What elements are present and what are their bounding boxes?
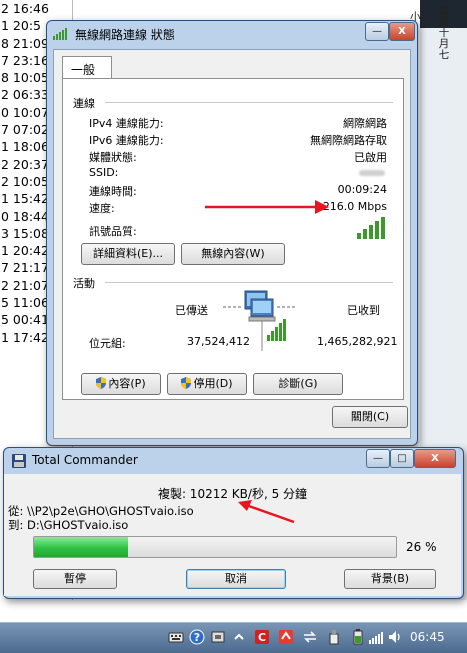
destination-path: 到: D:\GHOSTvaio.iso: [8, 518, 129, 532]
volume-icon[interactable]: [387, 629, 403, 645]
svg-text:C: C: [258, 631, 266, 644]
wireless-properties-button[interactable]: 無線內容(W): [181, 243, 285, 265]
copy-window-title: Total Commander: [32, 453, 138, 467]
taskbar-clock[interactable]: 06:45: [410, 630, 445, 644]
battery-icon[interactable]: [350, 629, 366, 645]
received-label: 已收到: [347, 304, 380, 317]
bytes-sent-value: 37,524,412: [187, 335, 250, 348]
progress-percent: 26 %: [406, 540, 437, 554]
duration-label: 連線時間:: [89, 185, 137, 198]
ssid-value-blurred: [359, 170, 385, 176]
taskbar: ? C 06:45: [0, 622, 467, 653]
bytes-label: 位元組:: [89, 337, 126, 350]
disable-button[interactable]: 停用(D): [167, 373, 247, 395]
disable-button-label: 停用(D): [193, 377, 233, 390]
copy-progress-window: Total Commander — □ X 複製: 10212 KB/秒, 5 …: [3, 447, 464, 599]
pause-button[interactable]: 暫停: [33, 569, 117, 589]
minimize-button[interactable]: —: [366, 449, 390, 468]
activity-divider: [105, 282, 393, 283]
ipv4-label: IPv4 連線能力:: [89, 117, 164, 130]
wireless-status-window: 無線網路連線 狀態 — X 一般 連線 IPv4 連線能力: 網際網路 IPv6…: [46, 20, 418, 446]
antivirus-icon[interactable]: C: [254, 629, 270, 645]
ipv6-label: IPv6 連線能力:: [89, 134, 164, 147]
maximize-button[interactable]: □: [390, 449, 414, 468]
signal-quality-bars-icon: [357, 217, 385, 239]
connection-divider: [105, 102, 393, 103]
tab-general[interactable]: 一般: [62, 56, 112, 79]
show-hidden-icons-chevron-icon[interactable]: [231, 629, 247, 645]
activity-heading: 活動: [73, 277, 95, 290]
properties-button-label: 內容(P): [108, 377, 146, 390]
copy-titlebar[interactable]: Total Commander — □ X: [4, 448, 463, 474]
keyboard-icon[interactable]: [168, 629, 184, 645]
media-state-label: 媒體狀態:: [89, 151, 137, 164]
antivirus-shield-icon[interactable]: [278, 629, 294, 645]
diagnose-button[interactable]: 診斷(G): [253, 373, 343, 395]
copy-progress-bar: [33, 536, 397, 558]
close-window-button[interactable]: X: [414, 449, 456, 468]
connection-heading: 連線: [73, 97, 95, 110]
red-arrow-annotation: [205, 200, 329, 214]
floppy-disk-icon: [12, 454, 26, 468]
hardware-icon[interactable]: [210, 629, 226, 645]
sent-label: 已傳送: [175, 304, 208, 317]
calendar-char: 七: [438, 49, 450, 61]
signal-quality-label: 訊號品質:: [89, 225, 137, 238]
media-state-value: 已啟用: [354, 151, 387, 164]
copy-progress-fill: [34, 537, 129, 557]
minimize-button[interactable]: —: [365, 22, 389, 41]
status-window-title: 無線網路連線 狀態: [75, 28, 175, 42]
wireless-network-icon[interactable]: [368, 629, 384, 645]
ssid-label: SSID:: [89, 166, 119, 179]
file-list-row[interactable]: 2 16:46: [0, 0, 72, 17]
status-client-area: 一般 連線 IPv4 連線能力: 網際網路 IPv6 連線能力: 無網際網路存取…: [53, 49, 411, 439]
help-icon[interactable]: ?: [189, 629, 205, 645]
uac-shield-icon: [181, 377, 192, 389]
tab-general-label: 一般: [71, 63, 96, 77]
bytes-received-value: 1,465,282,921: [317, 335, 398, 348]
speed-label: 速度:: [89, 202, 115, 215]
sync-icon[interactable]: [302, 629, 318, 645]
red-arrow-annotation: [238, 500, 295, 524]
cancel-button[interactable]: 取消: [186, 569, 286, 589]
close-window-button[interactable]: X: [389, 22, 415, 41]
ipv4-value: 網際網路: [343, 117, 387, 130]
close-button[interactable]: 關閉(C): [332, 406, 408, 428]
uac-shield-icon: [96, 377, 107, 389]
status-titlebar[interactable]: 無線網路連線 狀態 — X: [47, 21, 417, 47]
general-tab-panel: 連線 IPv4 連線能力: 網際網路 IPv6 連線能力: 無網際網路存取 媒體…: [62, 78, 404, 400]
properties-button[interactable]: 內容(P): [81, 373, 161, 395]
background-button[interactable]: 背景(B): [344, 569, 436, 589]
lunar-calendar-gadget: 小 農 曆 十 月 七: [410, 6, 464, 61]
ipv6-value: 無網際網路存取: [310, 134, 387, 147]
details-button[interactable]: 詳細資料(E)...: [81, 243, 175, 265]
duration-value: 00:09:24: [337, 183, 387, 196]
copy-client-area: 複製: 10212 KB/秒, 5 分鐘 從: \\P2\p2e\GHO\GHO…: [4, 474, 461, 596]
signal-bars-icon: [53, 28, 67, 40]
usb-device-icon[interactable]: [326, 629, 342, 645]
svg-text:?: ?: [194, 631, 200, 644]
